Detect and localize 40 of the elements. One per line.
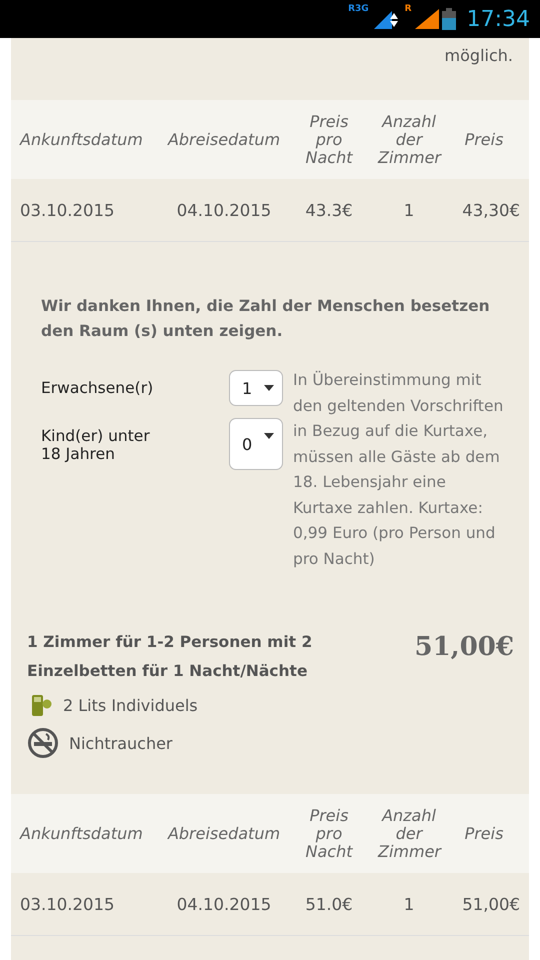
column-header: Anzahl der Zimmer [376, 112, 443, 166]
table-cell-text: 03.10.2015 [20, 894, 116, 914]
table-cell-text: 03.10.2015 [20, 200, 116, 220]
roaming-label: R [404, 4, 412, 14]
column-header: Preis pro Nacht [304, 112, 354, 166]
signal-icon [414, 9, 439, 29]
table-cell-text: 1 [402, 200, 416, 220]
room-price: 51,00€ [414, 631, 514, 664]
table-cell-text: 04.10.2015 [176, 894, 272, 914]
count-dropdown[interactable]: 1 [229, 370, 283, 406]
field-label: Kind(er) unter 18 Jahren [41, 426, 151, 463]
feature-label: 2 Lits Individuels [63, 696, 198, 714]
guest-instructions: Wir danken Ihnen, die Zahl der Menschen besetzen den Raum (s) unten zeigen. [41, 296, 491, 342]
table-cell-text: 43,30€ [461, 200, 520, 220]
tax-note: In Übereinstimmung mit den geltenden Vorschriften in Bezug auf die Kurtaxe, müssen alle Gäste ab dem 18. Lebensjahr eine Kurtaxe zahlen. Kurtaxe: 0,99 Euro (pro Person und pro Nacht) [293, 370, 504, 570]
caret-icon [264, 385, 274, 391]
table-cell-text: 04.10.2015 [176, 200, 272, 220]
column-header: Ankunftsdatum [20, 824, 144, 842]
column-header: Abreisedatum [166, 824, 282, 842]
table-cell-text: 51.0€ [304, 894, 354, 914]
no-smoking-icon [27, 727, 59, 759]
room-title: 1 Zimmer für 1-2 Personen mit 2 Einzelbetten für 1 Nacht/Nächte [27, 632, 314, 682]
column-header: Preis pro Nacht [304, 806, 354, 860]
caret-icon [264, 433, 274, 439]
battery-icon [442, 8, 456, 30]
table-cell-text: 43.3€ [304, 200, 354, 220]
column-header: Ankunftsdatum [20, 130, 144, 148]
column-header: Preis [464, 824, 504, 842]
clock-time: 17:34 [466, 6, 530, 32]
column-header: Abreisedatum [166, 130, 282, 148]
count-dropdown[interactable]: 0 [229, 418, 283, 470]
signal-icon [372, 9, 398, 29]
column-header: Preis [464, 130, 504, 148]
field-label: Erwachsene(r) [41, 378, 154, 397]
feature-label: Nichtraucher [69, 734, 173, 752]
column-header: Anzahl der Zimmer [376, 806, 443, 860]
table-cell-text: 51,00€ [461, 894, 520, 914]
refund-note: möglich. [444, 46, 513, 65]
table-cell-text: 1 [402, 894, 416, 914]
network-label: R3G [348, 4, 369, 14]
